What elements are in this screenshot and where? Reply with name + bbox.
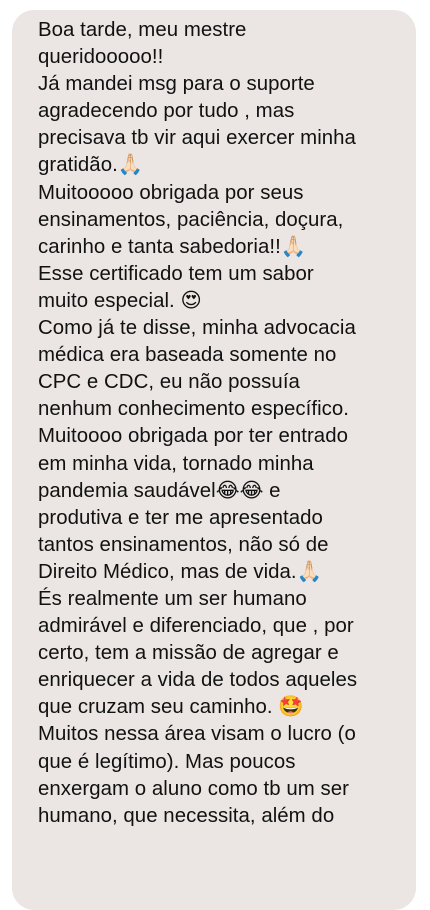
message-line: Já mandei msg para o suporte — [38, 73, 315, 96]
message-line: médica era baseada somente no — [38, 344, 337, 367]
message-line: Esse certificado tem um sabor — [38, 262, 314, 285]
message-line: CPC e CDC, eu não possuía — [38, 371, 300, 394]
message-line: Muitooooo obrigada por seus — [38, 181, 304, 204]
message-line: humano, que necessita, além do — [38, 804, 335, 827]
message-line: Boa tarde, meu mestre — [38, 19, 247, 41]
message-line: És realmente um ser humano — [38, 587, 307, 610]
message-line: admirável e diferenciado, que , por — [38, 615, 354, 638]
message-line: Como já te disse, minha advocacia — [38, 317, 356, 340]
message-line: que cruzam seu caminho. 🤩 — [38, 696, 304, 719]
message-line: Muitos nessa área visam o lucro (o — [38, 723, 356, 746]
message-line: precisava tb vir aqui exercer minha — [38, 127, 356, 150]
message-line: pandemia saudável😂😂 e — [38, 479, 281, 502]
message-line: produtiva e ter me apresentado — [38, 506, 323, 529]
message-line: gratidão.🙏🏻 — [38, 154, 144, 177]
message-line: agradecendo por tudo , mas — [38, 100, 295, 123]
message-text: Boa tarde, meu mestre queridooooo!! Já m… — [38, 17, 410, 830]
message-line: Direito Médico, mas de vida.🙏🏻 — [38, 560, 323, 583]
message-line: muito especial. 😍 — [38, 289, 202, 312]
message-line: nenhum conhecimento específico. — [38, 398, 349, 421]
message-line: Muitoooo obrigada por ter entrado — [38, 425, 348, 448]
message-line: carinho e tanta sabedoria!!🙏🏻 — [38, 235, 307, 258]
message-line: enxergam o aluno como tb um ser — [38, 777, 349, 800]
message-line: queridooooo!! — [38, 46, 164, 69]
message-line: certo, tem a missão de agregar e — [38, 642, 339, 665]
message-line: enriquecer a vida de todos aqueles — [38, 669, 358, 692]
message-line: ensinamentos, paciência, doçura, — [38, 208, 344, 231]
message-line: que é legítimo). Mas poucos — [38, 750, 296, 773]
message-line: tantos ensinamentos, não só de — [38, 533, 329, 556]
message-line: em minha vida, tornado minha — [38, 452, 314, 475]
